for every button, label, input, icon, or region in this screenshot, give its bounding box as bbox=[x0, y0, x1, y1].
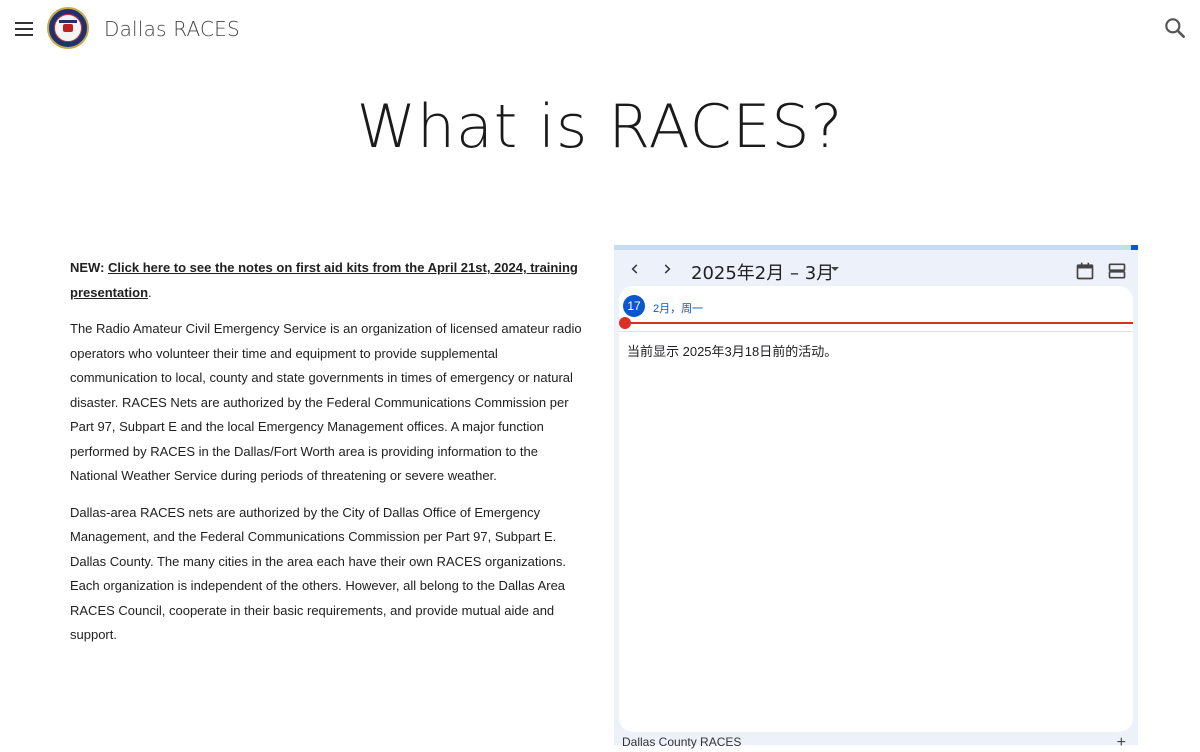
search-icon[interactable] bbox=[1162, 15, 1188, 41]
paragraph-dallas-nets: Dallas-area RACES nets are authorized by… bbox=[70, 504, 566, 643]
new-suffix: . bbox=[148, 284, 152, 300]
calendar-toolbar: 2025年2月 – 3月 bbox=[614, 250, 1138, 290]
add-calendar-icon[interactable]: + bbox=[1117, 734, 1126, 752]
day-label: 2月，周一 bbox=[653, 303, 704, 315]
current-time-line bbox=[629, 322, 1133, 324]
day-number-badge[interactable]: 17 bbox=[623, 295, 645, 317]
calendar-icon[interactable] bbox=[1074, 260, 1096, 282]
calendar-footer-label: Dallas County RACES bbox=[622, 735, 742, 749]
page-title: What is RACES? bbox=[356, 92, 844, 162]
new-prefix: NEW: bbox=[70, 260, 109, 275]
agenda-icon[interactable] bbox=[1106, 260, 1128, 282]
site-title[interactable]: Dallas RACES bbox=[104, 17, 240, 41]
first-aid-notes-link[interactable]: Click here to see the notes on first aid… bbox=[70, 260, 578, 300]
main-content: NEW: Click here to see the notes on firs… bbox=[70, 256, 582, 660]
calendar-status-message: 当前显示 2025年3月18日前的活动。 bbox=[627, 344, 838, 359]
new-notice: NEW: Click here to see the notes on firs… bbox=[70, 256, 582, 305]
top-app-bar: Dallas RACES bbox=[0, 0, 1200, 56]
calendar-embed: 2025年2月 – 3月 17 2月，周一 当前显示 2025年3月18日前的活… bbox=[614, 245, 1138, 751]
paragraph-about-races: The Radio Amateur Civil Emergency Servic… bbox=[70, 321, 582, 483]
caret-down-icon[interactable] bbox=[829, 262, 841, 280]
menu-icon[interactable] bbox=[12, 17, 36, 41]
races-logo[interactable] bbox=[47, 7, 89, 49]
calendar-agenda-panel: 17 2月，周一 当前显示 2025年3月18日前的活动。 bbox=[619, 286, 1133, 732]
calendar-date-range[interactable]: 2025年2月 – 3月 bbox=[691, 259, 834, 285]
chevron-left-icon[interactable] bbox=[624, 258, 646, 280]
agenda-divider bbox=[619, 331, 1133, 332]
chevron-right-icon[interactable] bbox=[656, 258, 678, 280]
